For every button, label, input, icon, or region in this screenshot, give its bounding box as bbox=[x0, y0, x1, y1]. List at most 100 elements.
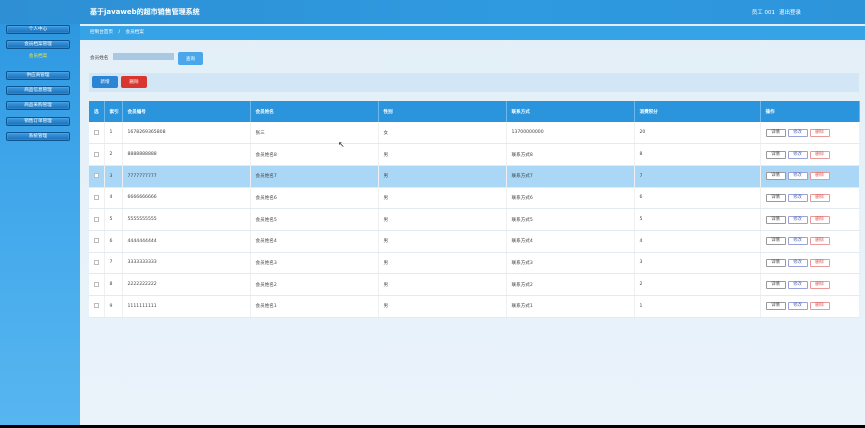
delete-button[interactable]: 删除 bbox=[809, 215, 830, 224]
cell-actions: 详情 修改 删除 bbox=[760, 143, 860, 166]
cell-contact: 13700000000 bbox=[506, 122, 635, 145]
sidebar-item-profile[interactable]: 个人中心 bbox=[6, 25, 70, 34]
edit-button[interactable]: 修改 bbox=[787, 172, 808, 181]
detail-button[interactable]: 详情 bbox=[765, 258, 786, 267]
delete-button[interactable]: 删除 bbox=[809, 172, 830, 181]
cell-member-no: 3333333333 bbox=[122, 252, 251, 275]
delete-button[interactable]: 删除 bbox=[809, 237, 830, 246]
row-checkbox-cell[interactable] bbox=[89, 230, 105, 253]
detail-button[interactable]: 详情 bbox=[765, 128, 786, 137]
sidebar-item-member-management[interactable]: 会员档案管理 bbox=[6, 40, 70, 49]
search-button[interactable]: 查询 bbox=[178, 52, 203, 65]
cell-member-no: 1678269365808 bbox=[122, 122, 251, 145]
sidebar-subitem-member-archive[interactable]: 会员档案 bbox=[6, 53, 70, 61]
action-bar: 新增 删除 bbox=[89, 73, 859, 92]
table-row[interactable]: 5 5555555555 会员姓名5 男联系方式5 5 详情 修改 删除 bbox=[89, 208, 860, 231]
sidebar-item-purchase[interactable]: 商品采购管理 bbox=[6, 101, 70, 110]
row-checkbox-cell[interactable] bbox=[89, 143, 105, 166]
edit-button[interactable]: 修改 bbox=[787, 302, 808, 311]
add-button[interactable]: 新增 bbox=[92, 76, 118, 88]
delete-button[interactable]: 删除 bbox=[809, 258, 830, 267]
row-checkbox[interactable] bbox=[94, 216, 99, 222]
table-row[interactable]: 2 8888888888 会员姓名8 男联系方式8 8 详情 修改 删除 bbox=[89, 143, 860, 166]
row-checkbox-cell[interactable] bbox=[89, 187, 105, 210]
cell-gender: 男 bbox=[378, 252, 507, 275]
breadcrumb-home[interactable]: 控制台首页 bbox=[90, 30, 113, 35]
cell-member-no: 2222222222 bbox=[122, 273, 251, 296]
cell-index: 1 bbox=[104, 122, 123, 145]
cell-actions: 详情 修改 删除 bbox=[760, 165, 860, 188]
detail-button[interactable]: 详情 bbox=[765, 302, 786, 311]
table-header-row: 选 索引 会员编号 会员姓名 性别 联系方式 消费积分 操作 bbox=[89, 101, 860, 122]
cell-gender: 男 bbox=[378, 273, 507, 296]
row-checkbox-cell[interactable] bbox=[89, 252, 105, 275]
delete-button[interactable]: 删除 bbox=[809, 302, 830, 311]
edit-button[interactable]: 修改 bbox=[787, 258, 808, 267]
table-row[interactable]: 6 4444444444 会员姓名4 男联系方式4 4 详情 修改 删除 bbox=[89, 230, 860, 253]
sidebar-item-sales-order[interactable]: 销售订单管理 bbox=[6, 117, 70, 126]
cell-index: 6 bbox=[104, 230, 123, 253]
main-content: 控制台首页 / 会员档案 会员姓名 查询 新增 删除 选 索引 会员编号 会员姓… bbox=[80, 24, 865, 425]
row-checkbox[interactable] bbox=[94, 129, 99, 135]
delete-button[interactable]: 删除 bbox=[809, 128, 830, 137]
row-checkbox-cell[interactable] bbox=[89, 122, 105, 145]
table-row[interactable]: 4 6666666666 会员姓名6 男联系方式6 6 详情 修改 删除 bbox=[89, 187, 860, 210]
sidebar-item-product-info[interactable]: 商品信息管理 bbox=[6, 86, 70, 95]
detail-button[interactable]: 详情 bbox=[765, 215, 786, 224]
detail-button[interactable]: 详情 bbox=[765, 193, 786, 202]
detail-button[interactable]: 详情 bbox=[765, 280, 786, 289]
cell-points: 6 bbox=[634, 187, 761, 210]
column-header-member-no: 会员编号 bbox=[122, 101, 251, 122]
table-row[interactable]: 3 7777777777 会员姓名7 男联系方式7 7 详情 修改 删除 bbox=[89, 165, 860, 188]
breadcrumb-current: 会员档案 bbox=[125, 30, 144, 35]
row-checkbox[interactable] bbox=[94, 194, 99, 200]
sidebar-item-supplier[interactable]: 供应商管理 bbox=[6, 71, 70, 80]
edit-button[interactable]: 修改 bbox=[787, 128, 808, 137]
cell-actions: 详情 修改 删除 bbox=[760, 208, 860, 231]
delete-button[interactable]: 删除 bbox=[809, 150, 830, 159]
cell-actions: 详情 修改 删除 bbox=[760, 230, 860, 253]
table-row[interactable]: 9 1111111111 会员姓名1 男联系方式1 1 详情 修改 删除 bbox=[89, 295, 860, 318]
cell-index: 8 bbox=[104, 273, 123, 296]
batch-delete-button[interactable]: 删除 bbox=[121, 76, 147, 88]
delete-button[interactable]: 删除 bbox=[809, 280, 830, 289]
cell-contact: 联系方式8 bbox=[506, 143, 635, 166]
edit-button[interactable]: 修改 bbox=[787, 150, 808, 159]
cell-gender: 男 bbox=[378, 230, 507, 253]
select-all-header[interactable]: 选 bbox=[89, 101, 105, 122]
edit-button[interactable]: 修改 bbox=[787, 215, 808, 224]
logout-link[interactable]: 退出登录 bbox=[779, 8, 801, 16]
row-checkbox[interactable] bbox=[94, 259, 99, 265]
edit-button[interactable]: 修改 bbox=[787, 237, 808, 246]
row-checkbox[interactable] bbox=[94, 238, 99, 244]
cell-index: 7 bbox=[104, 252, 123, 275]
sidebar-item-system[interactable]: 系统管理 bbox=[6, 132, 70, 141]
detail-button[interactable]: 详情 bbox=[765, 237, 786, 246]
cell-contact: 联系方式5 bbox=[506, 208, 635, 231]
cell-actions: 详情 修改 删除 bbox=[760, 122, 860, 145]
row-checkbox[interactable] bbox=[94, 151, 99, 157]
edit-button[interactable]: 修改 bbox=[787, 193, 808, 202]
detail-button[interactable]: 详情 bbox=[765, 172, 786, 181]
cell-index: 2 bbox=[104, 143, 123, 166]
row-checkbox[interactable] bbox=[94, 173, 99, 179]
search-input[interactable] bbox=[113, 53, 174, 60]
row-checkbox-cell[interactable] bbox=[89, 208, 105, 231]
delete-button[interactable]: 删除 bbox=[809, 193, 830, 202]
row-checkbox[interactable] bbox=[94, 281, 99, 287]
detail-button[interactable]: 详情 bbox=[765, 150, 786, 159]
table-row[interactable]: 1 1678269365808 张三女 13700000000 20 详情 修改 删除 bbox=[89, 122, 860, 145]
cell-name: 会员姓名6 bbox=[250, 187, 379, 210]
row-checkbox-cell[interactable] bbox=[89, 273, 105, 296]
row-checkbox-cell[interactable] bbox=[89, 295, 105, 318]
cell-name: 会员姓名5 bbox=[250, 208, 379, 231]
cell-points: 4 bbox=[634, 230, 761, 253]
table-row[interactable]: 8 2222222222 会员姓名2 男联系方式2 2 详情 修改 删除 bbox=[89, 273, 860, 296]
cell-member-no: 8888888888 bbox=[122, 143, 251, 166]
row-checkbox-cell[interactable] bbox=[89, 165, 105, 188]
table-row[interactable]: 7 3333333333 会员姓名3 男联系方式3 3 详情 修改 删除 bbox=[89, 252, 860, 275]
cell-name: 张三 bbox=[250, 122, 379, 145]
row-checkbox[interactable] bbox=[94, 303, 99, 309]
cell-name: 会员姓名1 bbox=[250, 295, 379, 318]
edit-button[interactable]: 修改 bbox=[787, 280, 808, 289]
